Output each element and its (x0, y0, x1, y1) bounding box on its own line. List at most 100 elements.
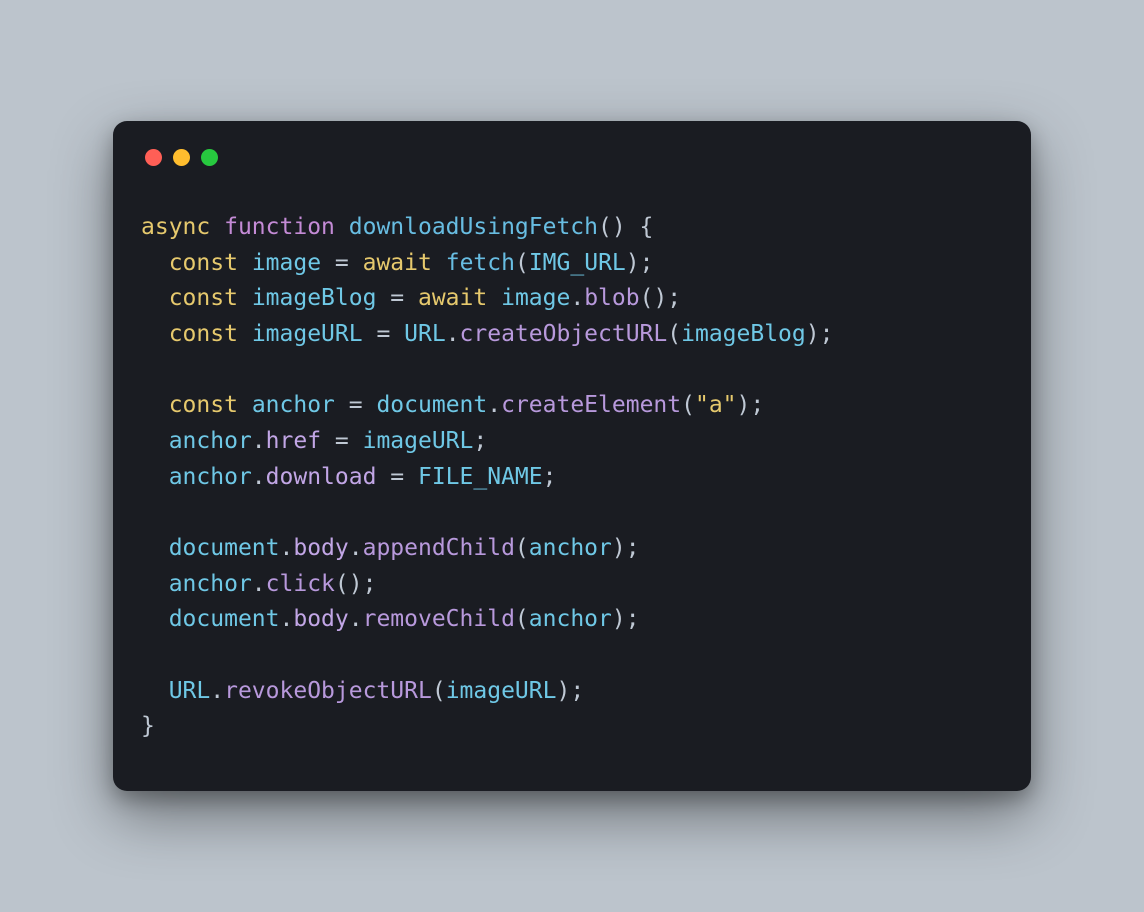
code-token (141, 571, 169, 597)
code-token: ); (612, 535, 640, 561)
code-token: imageURL (363, 428, 474, 454)
code-token: imageURL (252, 321, 363, 347)
code-token (238, 250, 252, 276)
code-token (141, 606, 169, 632)
code-token: blob (584, 285, 639, 311)
code-token: = (321, 428, 363, 454)
code-token: = (335, 392, 377, 418)
code-token: ( (667, 321, 681, 347)
code-token: . (349, 535, 363, 561)
code-token: document (169, 535, 280, 561)
code-token: const (169, 321, 238, 347)
code-token: (); (335, 571, 377, 597)
code-token: click (266, 571, 335, 597)
code-token: = (363, 321, 405, 347)
code-token: URL (404, 321, 446, 347)
code-token: async (141, 214, 210, 240)
code-token: . (252, 571, 266, 597)
code-token: () { (598, 214, 653, 240)
code-token (432, 250, 446, 276)
code-token: imageBlog (252, 285, 377, 311)
code-token: . (446, 321, 460, 347)
code-block: async function downloadUsingFetch() { co… (141, 210, 1003, 745)
code-token: = (376, 464, 418, 490)
code-token: "a" (695, 392, 737, 418)
code-token: function (224, 214, 335, 240)
code-token: anchor (252, 392, 335, 418)
code-token: fetch (446, 250, 515, 276)
code-token: ); (737, 392, 765, 418)
code-token: anchor (169, 571, 252, 597)
code-token: ( (432, 678, 446, 704)
code-token (238, 321, 252, 347)
code-window: async function downloadUsingFetch() { co… (113, 121, 1031, 791)
code-token: document (376, 392, 487, 418)
code-token: . (252, 464, 266, 490)
code-token: imageURL (446, 678, 557, 704)
close-icon[interactable] (145, 149, 162, 166)
code-token: revokeObjectURL (224, 678, 432, 704)
code-token (141, 321, 169, 347)
code-token: FILE_NAME (418, 464, 543, 490)
code-token: ; (473, 428, 487, 454)
code-token: image (501, 285, 570, 311)
code-token: . (570, 285, 584, 311)
code-token: anchor (529, 606, 612, 632)
code-token: href (266, 428, 321, 454)
code-token: const (169, 285, 238, 311)
code-token: . (349, 606, 363, 632)
code-token: ); (806, 321, 834, 347)
code-token: await (418, 285, 487, 311)
code-token: ( (515, 606, 529, 632)
code-token (487, 285, 501, 311)
code-token: . (279, 606, 293, 632)
minimize-icon[interactable] (173, 149, 190, 166)
code-token (141, 285, 169, 311)
code-token: appendChild (363, 535, 515, 561)
code-token: image (252, 250, 321, 276)
code-token: . (487, 392, 501, 418)
code-token: URL (169, 678, 211, 704)
code-token: (); (640, 285, 682, 311)
code-token (238, 392, 252, 418)
code-token: ; (543, 464, 557, 490)
code-token (210, 214, 224, 240)
code-token: await (363, 250, 432, 276)
code-token: . (279, 535, 293, 561)
code-token: = (321, 250, 363, 276)
code-token: IMG_URL (529, 250, 626, 276)
code-token (141, 250, 169, 276)
code-token (141, 678, 169, 704)
code-token: anchor (169, 464, 252, 490)
code-token: downloadUsingFetch (349, 214, 598, 240)
code-token (141, 535, 169, 561)
code-token: const (169, 250, 238, 276)
code-token: ); (556, 678, 584, 704)
code-token (141, 464, 169, 490)
code-token: createElement (501, 392, 681, 418)
code-token (238, 285, 252, 311)
code-token (141, 392, 169, 418)
code-token: = (376, 285, 418, 311)
code-token (141, 428, 169, 454)
code-token: . (252, 428, 266, 454)
code-token: imageBlog (681, 321, 806, 347)
code-token: body (293, 535, 348, 561)
code-token: ( (681, 392, 695, 418)
code-token: ); (626, 250, 654, 276)
maximize-icon[interactable] (201, 149, 218, 166)
code-token: createObjectURL (460, 321, 668, 347)
traffic-lights (145, 149, 1003, 166)
code-token: . (210, 678, 224, 704)
code-token: removeChild (363, 606, 515, 632)
code-token: anchor (529, 535, 612, 561)
code-token: const (169, 392, 238, 418)
code-token: } (141, 713, 155, 739)
code-token: ( (515, 535, 529, 561)
code-token: anchor (169, 428, 252, 454)
code-token: ); (612, 606, 640, 632)
code-token: download (266, 464, 377, 490)
code-token (335, 214, 349, 240)
code-token: document (169, 606, 280, 632)
code-token: body (293, 606, 348, 632)
